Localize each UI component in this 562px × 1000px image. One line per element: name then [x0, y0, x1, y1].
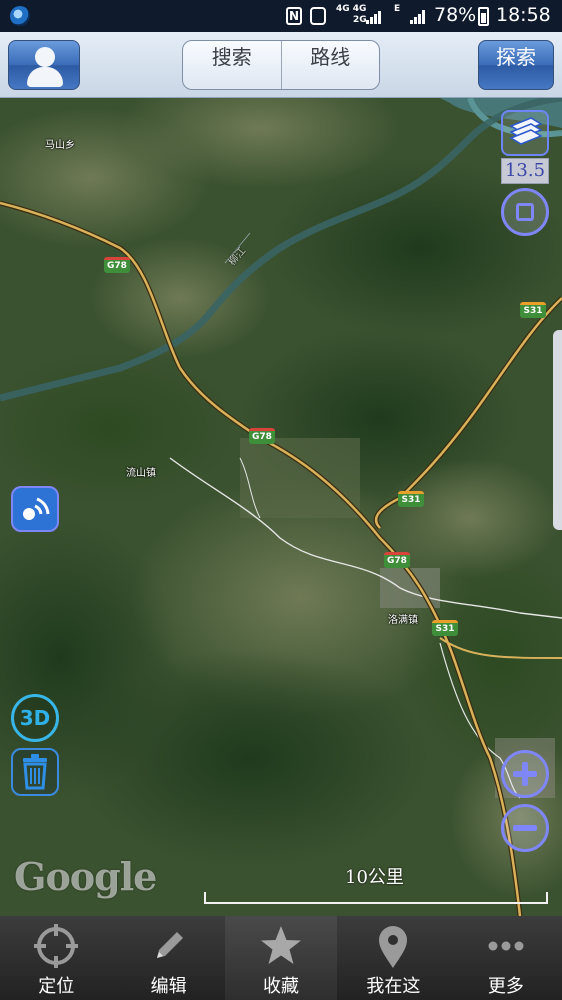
- satellite-imagery: [0, 98, 562, 916]
- layers-button[interactable]: [501, 110, 549, 156]
- nav-more[interactable]: 更多: [450, 916, 562, 1000]
- highway-shield-s31: S31: [398, 491, 424, 507]
- nav-i-am-here[interactable]: 我在这: [337, 916, 449, 1000]
- search-route-segmented-control: 搜索 路线: [182, 40, 380, 90]
- side-panel-handle[interactable]: [553, 330, 562, 530]
- status-bar: N 4G 4G 2G E 78% 18:58: [0, 0, 562, 32]
- highway-shield-s31: S31: [432, 620, 458, 636]
- user-avatar-button[interactable]: [8, 40, 80, 90]
- network-type: 4G 4G 2G: [336, 4, 367, 26]
- battery-percent: 78%: [434, 4, 477, 26]
- satellite-signal-icon: [23, 497, 50, 520]
- top-toolbar: 搜索 路线 探索: [0, 32, 562, 98]
- bottom-navigation: 定位 编辑 收藏 我在这 更多: [0, 916, 562, 1000]
- google-watermark: Google: [14, 854, 157, 899]
- signal-icon-2: [410, 8, 426, 24]
- pencil-icon: [156, 932, 183, 958]
- highway-shield-s31: S31: [520, 302, 546, 318]
- zoom-out-button[interactable]: [501, 804, 549, 852]
- clear-button[interactable]: [11, 748, 59, 796]
- highway-shield-g78: G78: [104, 257, 130, 273]
- trash-icon: [23, 754, 47, 790]
- nav-i-am-here-label: 我在这: [366, 976, 421, 997]
- avatar-head: [35, 47, 55, 67]
- zoom-in-button[interactable]: [501, 750, 549, 798]
- network-type-bottom: 2G: [353, 15, 367, 25]
- app-notification-icon: [10, 6, 30, 26]
- place-label-mashan: 马山乡: [45, 140, 75, 151]
- more-dots-icon: [488, 941, 524, 951]
- nav-more-label: 更多: [487, 976, 524, 997]
- nav-favorites[interactable]: 收藏: [224, 916, 338, 1000]
- layers-icon: [509, 117, 543, 145]
- scale-bar: [204, 892, 548, 904]
- satellite-map[interactable]: 马山乡 流山镇 洛满镇 柳江 G78 G78 G78 S31 S31 S31 1…: [0, 98, 562, 916]
- map-pin-icon: [379, 926, 408, 968]
- highway-shield-g78: G78: [384, 552, 410, 568]
- square-icon: [516, 203, 534, 221]
- nav-favorites-label: 收藏: [263, 976, 300, 997]
- route-tab[interactable]: 路线: [280, 41, 380, 89]
- star-icon: [261, 926, 302, 964]
- zoom-level-badge: 13.5: [501, 158, 549, 184]
- network-type-top: 4G 4G: [336, 4, 367, 14]
- fullscreen-button[interactable]: [501, 188, 549, 236]
- 3d-toggle-button[interactable]: 3D: [11, 694, 59, 742]
- network-type-e: E: [394, 4, 401, 14]
- place-label-liushan: 流山镇: [126, 468, 156, 479]
- scale-label: 10公里: [345, 867, 404, 888]
- signal-icon: [366, 8, 382, 24]
- nav-locate[interactable]: 定位: [0, 916, 112, 1000]
- nav-locate-label: 定位: [38, 976, 75, 997]
- clock: 18:58: [496, 4, 551, 26]
- search-tab[interactable]: 搜索: [183, 41, 281, 89]
- highway-shield-g78: G78: [249, 428, 275, 444]
- nav-edit[interactable]: 编辑: [112, 916, 224, 1000]
- phone-icon: [310, 7, 326, 25]
- compass-locate-button[interactable]: [11, 486, 59, 532]
- crosshair-icon: [34, 924, 79, 968]
- nav-edit-label: 编辑: [150, 976, 187, 997]
- nfc-icon: N: [286, 7, 302, 25]
- battery-icon: [478, 7, 489, 26]
- place-label-luoman: 洛满镇: [388, 615, 418, 626]
- avatar-body: [27, 67, 63, 87]
- explore-button[interactable]: 探索: [478, 40, 554, 90]
